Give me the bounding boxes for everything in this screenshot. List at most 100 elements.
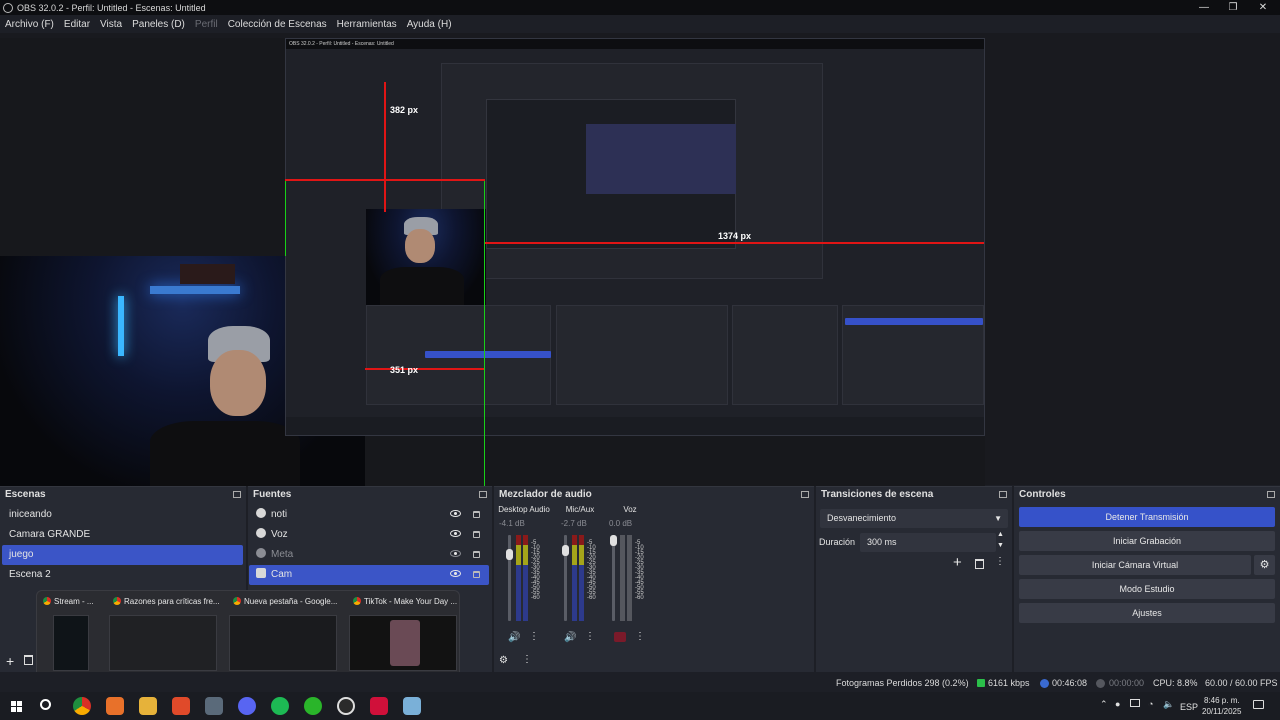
add-transition-icon[interactable]: + [953,554,962,571]
remove-scene-icon[interactable] [24,655,33,665]
thumbnail-razones[interactable]: Razones para críticas fre... [107,591,223,681]
tray-mic-icon[interactable]: ● [1115,699,1120,709]
spin-up-icon[interactable]: ▲ [997,531,1004,538]
source-item-meta[interactable]: Meta [249,545,489,565]
window-icon [256,548,266,558]
channel-menu-icon[interactable]: ⋮ [529,631,539,642]
bitrate: 6161 kbps [988,678,1030,688]
volume-knob[interactable] [562,545,569,556]
menu-herramientas[interactable]: Herramientas [337,19,397,30]
menu-archivo[interactable]: Archivo (F) [5,19,54,30]
visibility-eye-icon[interactable] [450,570,461,577]
menu-vista[interactable]: Vista [100,19,122,30]
clock-date[interactable]: 20/11/2025 [1202,707,1241,716]
camera-icon [256,568,266,578]
app-a-icon[interactable] [106,697,124,715]
visibility-eye-hidden-icon[interactable] [450,550,461,557]
preview-canvas[interactable]: OBS 32.0.2 - Perfil: Untitled - Escenas:… [0,38,985,486]
thumbnail-tiktok[interactable]: TikTok - Make Your Day ... [347,591,463,681]
start-virtual-camera-button[interactable]: Iniciar Cámara Virtual [1019,555,1251,575]
scene-item-juego[interactable]: juego [2,545,243,565]
thumbnail-preview [349,615,457,671]
mute-speaker-icon[interactable]: 🔊 [508,632,520,643]
mixer-menu-icon[interactable]: ⋮ [522,654,532,665]
visibility-eye-icon[interactable] [450,510,461,517]
mic-icon [256,528,266,538]
source-item-cam[interactable]: Cam [249,565,489,585]
advanced-audio-gear-icon[interactable]: ⚙ [499,655,508,666]
lock-icon[interactable] [473,511,480,518]
menu-coleccion-escenas[interactable]: Colección de Escenas [228,19,327,30]
restore-button[interactable]: ❐ [1216,0,1250,15]
lock-icon[interactable] [473,531,480,538]
volume-slider[interactable] [612,535,615,621]
transition-menu-icon[interactable]: ⋮ [995,556,1005,567]
tray-volume-icon[interactable]: 🔈 [1163,699,1174,710]
studio-mode-button[interactable]: Modo Estudio [1019,579,1275,599]
volume-knob[interactable] [610,535,617,546]
menu-perfil[interactable]: Perfil [195,19,218,30]
windows-start-icon[interactable] [11,701,22,712]
thumbnail-title: TikTok - Make Your Day ... [364,597,458,606]
channel-menu-icon[interactable]: ⋮ [635,631,645,642]
spotify-icon[interactable] [271,697,289,715]
app-blue-icon[interactable] [403,697,421,715]
visibility-eye-icon[interactable] [450,530,461,537]
app-red-icon[interactable] [370,697,388,715]
volume-slider[interactable] [508,535,511,621]
menu-editar[interactable]: Editar [64,19,90,30]
undock-icon[interactable] [1267,491,1275,498]
search-icon[interactable] [40,699,51,710]
calculator-icon[interactable] [205,697,223,715]
spin-down-icon[interactable]: ▼ [997,542,1004,549]
volume-knob[interactable] [506,549,513,560]
measure-line-top [384,82,386,212]
file-explorer-icon[interactable] [139,697,157,715]
mute-speaker-icon[interactable]: 🔊 [564,632,576,643]
scene-item-escena-2[interactable]: Escena 2 [2,565,243,585]
settings-button[interactable]: Ajustes [1019,603,1275,623]
scene-item-iniceando[interactable]: iniceando [2,505,243,525]
remove-transition-icon[interactable] [975,559,984,569]
add-scene-icon[interactable]: + [6,653,14,669]
transitions-header: Transiciones de escena [816,487,1012,503]
notifications-icon[interactable] [1253,700,1264,709]
discord-icon[interactable] [238,697,256,715]
undock-icon[interactable] [999,491,1007,498]
stop-streaming-button[interactable]: Detener Transmisión [1019,507,1275,527]
start-recording-button[interactable]: Iniciar Grabación [1019,531,1275,551]
status-bar: Fotogramas Perdidos 298 (0.2%) 6161 kbps… [0,672,1280,692]
lock-icon[interactable] [473,551,480,558]
transitions-dock: Transiciones de escena Desvanecimiento ▼… [816,486,1012,672]
obs-taskbar-icon[interactable] [337,697,355,715]
close-button[interactable]: ✕ [1246,0,1280,15]
source-item-voz[interactable]: Voz [249,525,489,545]
thumbnail-stream[interactable]: Stream - ... [37,591,107,681]
undock-icon[interactable] [479,491,487,498]
scene-item-camara-grande[interactable]: Camara GRANDE [2,525,243,545]
channel-menu-icon[interactable]: ⋮ [585,631,595,642]
language-indicator[interactable]: ESP [1180,702,1198,712]
chrome-taskbar-icon[interactable] [73,697,91,715]
transition-select[interactable]: Desvanecimiento ▼ [820,509,1008,528]
muted-speaker-icon[interactable] [614,632,626,642]
chrome-icon [233,597,241,605]
transitions-title: Transiciones de escena [821,489,934,500]
game-launcher-icon[interactable] [304,697,322,715]
fps: 60.00 / 60.00 FPS [1205,678,1278,688]
tray-display-icon[interactable] [1130,699,1140,707]
lock-icon[interactable] [473,571,480,578]
brave-icon[interactable] [172,697,190,715]
tray-network-icon[interactable]: ◔ [1148,699,1153,709]
undock-icon[interactable] [801,491,809,498]
menu-ayuda[interactable]: Ayuda (H) [407,19,452,30]
menu-paneles[interactable]: Paneles (D) [132,19,185,30]
undock-icon[interactable] [233,491,241,498]
clock-time[interactable]: 8:46 p. m. [1204,696,1240,705]
duration-spinbox[interactable]: 300 ms [860,533,996,552]
tray-chevron-up-icon[interactable]: ⌃ [1100,699,1108,710]
thumbnail-preview [109,615,217,671]
thumbnail-nueva-pestana[interactable]: Nueva pestaña - Google... [227,591,343,681]
source-item-noti[interactable]: noti [249,505,489,525]
virtual-camera-settings-gear-icon[interactable]: ⚙ [1254,555,1275,575]
